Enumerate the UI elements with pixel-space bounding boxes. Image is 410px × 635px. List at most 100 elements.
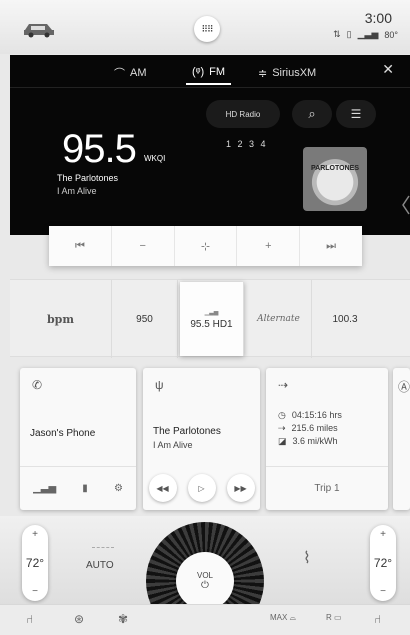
direct-tune-icon: ⊹: [200, 240, 211, 253]
transport-bar: ⏮ − ⊹ + ⏭: [49, 226, 362, 266]
skip-forward-icon: ⏭: [326, 239, 337, 252]
previous-track-button[interactable]: ◀◀: [148, 474, 177, 502]
trip-label: Trip 1: [314, 483, 340, 494]
trip-time: 04:15:16 hrs: [291, 410, 342, 420]
trip-route-icon: ⇢: [278, 378, 289, 392]
phone-card[interactable]: ✆ Jason's Phone ▁▃▅ ▮ ⚙: [20, 368, 136, 510]
hd-radio-label: HD Radio: [225, 109, 261, 119]
media-controls: ◀◀ ▷ ▶▶: [143, 466, 260, 510]
skip-forward-button[interactable]: ⏭: [300, 226, 362, 266]
media-song: I Am Alive: [153, 440, 193, 450]
trip-time-row: ◷ 04:15:16 hrs: [278, 410, 342, 421]
signal-icon: ▁▃▅: [33, 483, 57, 494]
preset-100-3[interactable]: 100.3: [312, 280, 378, 358]
stopwatch-icon: ◷: [278, 410, 286, 420]
preset-95-5-hd1[interactable]: ▁▃▅ 95.5 HD1: [180, 282, 244, 356]
band-siriusxm-label: SiriusXM: [272, 67, 317, 79]
preset-label: bpm: [46, 312, 75, 326]
passenger-temp-up-button[interactable]: +: [380, 529, 386, 540]
trip-distance-row: ⇢ 215.6 miles: [278, 423, 338, 434]
next-track-button[interactable]: ▶▶: [226, 474, 255, 502]
hd-radio-button[interactable]: HD Radio: [206, 100, 280, 128]
phone-card-footer: ▁▃▅ ▮ ⚙: [20, 466, 136, 510]
now-playing-song: I Am Alive: [57, 186, 97, 196]
usb-icon: ψ: [155, 378, 164, 392]
skip-back-button[interactable]: ⏮: [49, 226, 112, 266]
car-icon[interactable]: [22, 20, 56, 38]
network-icon: ⇅: [333, 29, 341, 39]
preset-label: 100.3: [332, 313, 358, 325]
now-playing-artist: The Parlotones: [57, 173, 119, 183]
equalizer-icon[interactable]: ☰: [336, 100, 376, 128]
passenger-seat-icon[interactable]: ⑁: [374, 612, 381, 626]
outside-temperature: 80°: [384, 29, 398, 40]
driver-temp: 72°: [25, 556, 45, 570]
distance-icon: ⇢: [278, 423, 286, 433]
status-icons: ⇅ ▯ ▁▃▅ 80°: [333, 29, 398, 40]
media-card[interactable]: ψ The Parlotones I Am Alive ◀◀ ▷ ▶▶: [143, 368, 260, 510]
power-icon: ⏻: [201, 580, 209, 591]
preset-bpm[interactable]: bpm: [10, 280, 112, 358]
trip-card[interactable]: ⇢ ◷ 04:15:16 hrs ⇢ 215.6 miles ◪ 3.6 mi/kWh…: [266, 368, 388, 510]
apps-grid-icon[interactable]: ⠿⠿: [194, 16, 220, 42]
preset-bar: bpm 950 ▁▃▅ 95.5 HD1 Alternate 100.3: [10, 279, 410, 358]
band-siriusxm[interactable]: ≑ SiriusXM: [258, 61, 316, 85]
auto-button[interactable]: AUTO: [86, 560, 114, 571]
station-call-sign: WKQI: [144, 154, 166, 163]
trip-efficiency-row: ◪ 3.6 mi/kWh: [278, 436, 338, 447]
driver-seat-icon[interactable]: ⑁: [26, 612, 33, 626]
preset-label: Alternate: [257, 314, 300, 324]
band-am[interactable]: ⌒ AM: [114, 61, 147, 85]
phone-name: Jason's Phone: [30, 428, 96, 439]
band-fm-label: FM: [209, 66, 226, 78]
trip-distance: 215.6 miles: [291, 423, 338, 433]
max-defrost-label: MAX: [270, 613, 288, 622]
fan-auto-icon[interactable]: ⌇: [303, 548, 311, 568]
passenger-temp-control: + 72° −: [370, 525, 396, 601]
driver-temp-control: + 72° −: [22, 525, 48, 601]
next-card-partial[interactable]: Ⓐ: [393, 368, 410, 510]
heated-steering-icon[interactable]: ⊛: [74, 612, 84, 626]
fm-icon: (ᵠ): [192, 66, 205, 78]
fan-icon[interactable]: ✾: [118, 612, 128, 626]
volume-label: VOL: [196, 571, 213, 580]
side-panel-handle-icon[interactable]: [402, 195, 410, 215]
signal-icon: ▁▃▅: [357, 29, 379, 39]
band-divider: [10, 87, 410, 88]
phone-icon: ✆: [32, 378, 43, 392]
preset-950[interactable]: 950: [112, 280, 178, 358]
settings-gear-icon[interactable]: ⚙: [114, 483, 123, 494]
collapse-icon[interactable]: ✕: [382, 61, 394, 78]
rear-defrost-label: R: [326, 613, 332, 622]
band-fm[interactable]: (ᵠ) FM: [186, 61, 232, 85]
tune-up-icon: +: [265, 240, 272, 252]
skip-back-icon: ⏮: [74, 239, 85, 252]
search-icon[interactable]: ⌕: [292, 100, 332, 128]
clock: 3:00: [364, 10, 392, 26]
partial-card-icon: Ⓐ: [398, 380, 410, 394]
battery-icon: ▮: [82, 483, 88, 494]
efficiency-icon: ◪: [278, 436, 287, 446]
driver-temp-down-button[interactable]: −: [32, 586, 38, 597]
direct-tune-button[interactable]: ⊹: [175, 226, 238, 266]
album-art-text: PARLOTONES: [311, 165, 359, 172]
max-defrost-button[interactable]: MAX ⌓: [270, 613, 296, 623]
trip-efficiency: 3.6 mi/kWh: [292, 436, 338, 446]
passenger-temp-down-button[interactable]: −: [380, 586, 386, 597]
driver-temp-up-button[interactable]: +: [32, 529, 38, 540]
play-button[interactable]: ▷: [187, 474, 216, 502]
phone-battery-icon: ▯: [346, 29, 352, 39]
signal-strength-icon: ▁▃▅: [204, 309, 219, 316]
siriusxm-icon: ≑: [258, 67, 268, 80]
tune-down-button[interactable]: −: [112, 226, 175, 266]
bottom-climate-bar: [0, 604, 410, 635]
volume-knob[interactable]: VOL ⏻: [176, 552, 234, 610]
passenger-temp: 72°: [373, 556, 393, 570]
preset-label: 95.5 HD1: [190, 318, 233, 330]
rear-defrost-button[interactable]: R ▭: [326, 613, 342, 622]
preset-alternate[interactable]: Alternate: [246, 280, 312, 358]
hd-channels[interactable]: 1 2 3 4: [226, 139, 268, 149]
tune-up-button[interactable]: +: [237, 226, 301, 266]
band-am-label: AM: [130, 67, 147, 79]
album-art: PARLOTONES: [303, 147, 367, 211]
